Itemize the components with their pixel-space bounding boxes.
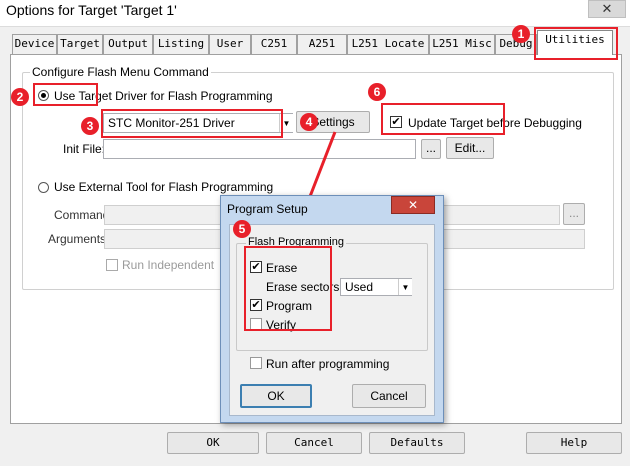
- annotation-box-utilities: [534, 27, 618, 60]
- annotation-box-update-target: [381, 103, 505, 135]
- program-setup-body: Flash Programming ✔ Erase Erase sectors …: [229, 224, 435, 416]
- program-setup-cancel-button[interactable]: Cancel: [352, 384, 426, 408]
- program-setup-dialog: Program Setup ✕ Flash Programming ✔ Eras…: [220, 195, 444, 423]
- tab-a251[interactable]: A251: [297, 34, 347, 54]
- tab-listing[interactable]: Listing: [153, 34, 209, 54]
- tab-target[interactable]: Target: [57, 34, 103, 54]
- init-file-browse-button[interactable]: ...: [421, 139, 441, 159]
- arguments-label: Arguments:: [48, 232, 110, 246]
- run-after-programming-checkbox[interactable]: [250, 357, 262, 369]
- run-after-programming-label: Run after programming: [266, 357, 390, 371]
- title-bar: Options for Target 'Target 1' ✕: [0, 0, 630, 26]
- footer-defaults-button[interactable]: Defaults: [369, 432, 465, 454]
- tab-user[interactable]: User: [209, 34, 251, 54]
- program-setup-ok-button[interactable]: OK: [240, 384, 312, 408]
- annotation-box-use-target-driver: [33, 83, 98, 106]
- init-file-input[interactable]: [103, 139, 416, 159]
- annotation-box-driver: [101, 109, 283, 138]
- run-independent-label: Run Independent: [122, 258, 215, 272]
- run-independent-checkbox[interactable]: [106, 259, 118, 271]
- close-icon[interactable]: ✕: [391, 196, 435, 214]
- footer-ok-button[interactable]: OK: [167, 432, 259, 454]
- marker-6: 6: [368, 83, 386, 101]
- tab-l251-locate[interactable]: L251 Locate: [347, 34, 429, 54]
- configure-flash-label: Configure Flash Menu Command: [30, 65, 211, 79]
- marker-3: 3: [81, 117, 99, 135]
- footer-help-button[interactable]: Help: [526, 432, 622, 454]
- erase-sectors-value: Used: [345, 280, 374, 294]
- close-icon[interactable]: ✕: [588, 0, 626, 18]
- init-file-label: Init File:: [63, 142, 106, 156]
- tab-l251-misc[interactable]: L251 Misc: [429, 34, 495, 54]
- marker-1: 1: [512, 25, 530, 43]
- annotation-box-flash-options: [244, 246, 332, 331]
- edit-button[interactable]: Edit...: [446, 137, 494, 159]
- program-setup-title: Program Setup: [227, 202, 308, 216]
- marker-5: 5: [233, 220, 251, 238]
- tab-device[interactable]: Device: [12, 34, 57, 54]
- chevron-down-icon[interactable]: ▼: [398, 279, 412, 295]
- use-external-tool-radio[interactable]: [38, 182, 49, 193]
- command-browse-button[interactable]: ...: [563, 203, 585, 225]
- tab-c251[interactable]: C251: [251, 34, 297, 54]
- footer-cancel-button[interactable]: Cancel: [266, 432, 362, 454]
- window-title: Options for Target 'Target 1': [6, 2, 177, 18]
- marker-2: 2: [11, 88, 29, 106]
- use-external-tool-label: Use External Tool for Flash Programming: [54, 180, 274, 194]
- tab-output[interactable]: Output: [103, 34, 153, 54]
